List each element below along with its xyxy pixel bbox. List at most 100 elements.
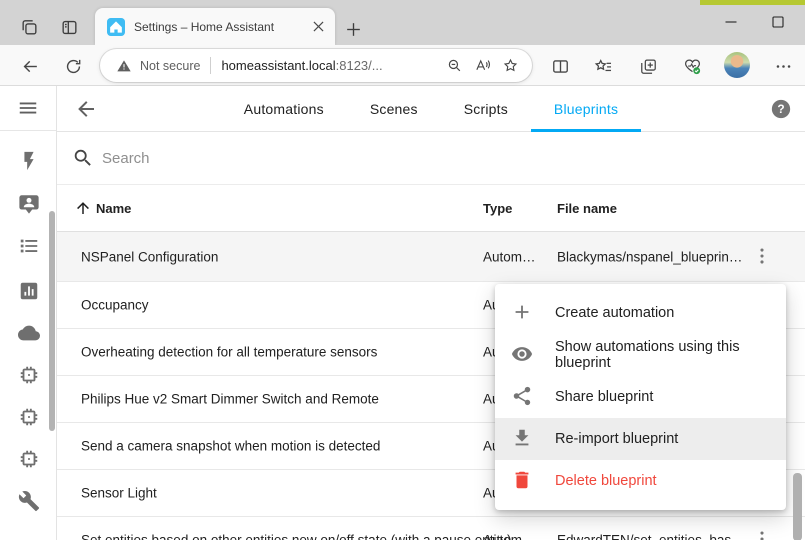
close-tab-icon[interactable] bbox=[309, 18, 327, 36]
collections-icon[interactable] bbox=[635, 53, 661, 79]
cell-name: Occupancy bbox=[81, 298, 149, 313]
menu-item-delete-blueprint[interactable]: Delete blueprint bbox=[495, 460, 786, 502]
divider bbox=[210, 57, 211, 74]
maximize-button[interactable] bbox=[764, 11, 792, 33]
url-host: homeassistant.local bbox=[221, 58, 335, 73]
cell-type: Autom… bbox=[483, 533, 536, 540]
svg-text:?: ? bbox=[777, 102, 784, 116]
ha-sidebar bbox=[0, 86, 57, 540]
cell-name: Philips Hue v2 Smart Dimmer Switch and R… bbox=[81, 392, 379, 407]
cell-name: Sensor Light bbox=[81, 486, 157, 501]
split-screen-icon[interactable] bbox=[547, 53, 573, 79]
browser-essentials-icon[interactable] bbox=[679, 53, 705, 79]
sidebar-scrollbar[interactable] bbox=[49, 211, 55, 431]
cell-name: NSPanel Configuration bbox=[81, 249, 218, 264]
cell-name: Overheating detection for all temperatur… bbox=[81, 345, 377, 360]
cell-name: Set entities based on other entities new… bbox=[81, 533, 512, 540]
help-button[interactable]: ? bbox=[770, 98, 792, 120]
table-header: Name Type File name bbox=[57, 185, 805, 232]
security-status: Not secure bbox=[140, 59, 200, 73]
sidebar-menu-button[interactable] bbox=[0, 86, 56, 131]
menu-item-label: Create automation bbox=[555, 305, 674, 321]
trash-icon bbox=[511, 469, 535, 493]
new-tab-button[interactable] bbox=[342, 18, 364, 40]
column-header-file[interactable]: File name bbox=[557, 201, 617, 216]
tab-scripts[interactable]: Scripts bbox=[441, 86, 531, 132]
page-content: Automations Scenes Scripts Blueprints ? … bbox=[0, 86, 805, 540]
table-row[interactable]: NSPanel Configuration Autom… Blackymas/n… bbox=[57, 232, 805, 282]
cloud-icon bbox=[18, 322, 40, 344]
zoom-out-icon[interactable] bbox=[440, 52, 468, 80]
cell-type: Autom… bbox=[483, 249, 536, 264]
browser-window: Settings – Home Assistant Not secure hom… bbox=[0, 0, 805, 540]
sidebar-item-developer-tools[interactable] bbox=[17, 489, 41, 513]
browser-toolbar: Not secure homeassistant.local:8123/... bbox=[0, 45, 805, 86]
vertical-tabs-icon[interactable] bbox=[58, 16, 80, 38]
eye-icon bbox=[511, 343, 535, 367]
more-options-icon[interactable] bbox=[770, 53, 796, 79]
menu-item-label: Re-import blueprint bbox=[555, 431, 678, 447]
read-aloud-icon[interactable] bbox=[468, 52, 496, 80]
menu-item-share-blueprint[interactable]: Share blueprint bbox=[495, 376, 786, 418]
menu-item-label: Share blueprint bbox=[555, 389, 653, 405]
menu-item-show-automations[interactable]: Show automations using this blueprint bbox=[495, 334, 786, 376]
cell-name: Send a camera snapshot when motion is de… bbox=[81, 439, 380, 454]
memory-chip-icon bbox=[18, 364, 40, 386]
sort-ascending-icon[interactable] bbox=[74, 199, 92, 217]
not-secure-warning-icon bbox=[116, 58, 132, 74]
share-icon bbox=[511, 385, 535, 409]
overflow-menu-icon[interactable] bbox=[751, 528, 775, 540]
sidebar-item-addon-3[interactable] bbox=[17, 447, 41, 471]
account-badge-icon bbox=[18, 193, 40, 215]
back-icon[interactable] bbox=[17, 53, 43, 79]
menu-item-label: Show automations using this blueprint bbox=[555, 339, 770, 371]
profile-avatar[interactable] bbox=[724, 52, 750, 78]
address-bar[interactable]: Not secure homeassistant.local:8123/... bbox=[100, 49, 532, 82]
settings-header: Automations Scenes Scripts Blueprints ? bbox=[57, 86, 805, 132]
blueprint-context-menu: Create automation Show automations using… bbox=[495, 284, 786, 510]
favorites-icon[interactable] bbox=[590, 53, 616, 79]
minimize-button[interactable] bbox=[717, 11, 745, 33]
menu-item-create-automation[interactable]: Create automation bbox=[495, 292, 786, 334]
workspaces-icon[interactable] bbox=[18, 16, 40, 38]
download-icon bbox=[511, 427, 535, 451]
sidebar-item-addon-2[interactable] bbox=[17, 405, 41, 429]
sidebar-item-energy[interactable] bbox=[17, 149, 41, 173]
refresh-icon[interactable] bbox=[60, 53, 86, 79]
page-scrollbar[interactable] bbox=[793, 473, 802, 540]
browser-titlebar: Settings – Home Assistant bbox=[0, 0, 805, 45]
plus-icon bbox=[511, 301, 535, 325]
column-header-type[interactable]: Type bbox=[483, 201, 512, 216]
tab-automations[interactable]: Automations bbox=[221, 86, 347, 132]
tab-scenes[interactable]: Scenes bbox=[347, 86, 441, 132]
search-bar bbox=[57, 132, 805, 185]
desktop-background-strip bbox=[700, 0, 805, 5]
cell-file: Blackymas/nspanel_blueprin… bbox=[557, 249, 742, 264]
memory-chip-icon bbox=[18, 406, 40, 428]
menu-icon bbox=[17, 97, 39, 119]
browser-tab[interactable]: Settings – Home Assistant bbox=[95, 8, 335, 45]
tab-blueprints[interactable]: Blueprints bbox=[531, 86, 641, 132]
sidebar-item-todo-lists[interactable] bbox=[17, 234, 41, 258]
favorite-star-icon[interactable] bbox=[496, 52, 524, 80]
list-icon bbox=[18, 235, 40, 257]
search-input[interactable] bbox=[102, 150, 790, 167]
sidebar-item-history[interactable] bbox=[17, 279, 41, 303]
sidebar-item-cloud[interactable] bbox=[17, 321, 41, 345]
menu-item-label: Delete blueprint bbox=[555, 473, 657, 489]
sidebar-item-addon-1[interactable] bbox=[17, 363, 41, 387]
home-assistant-favicon-icon bbox=[107, 18, 125, 36]
settings-tabs: Automations Scenes Scripts Blueprints bbox=[57, 86, 805, 132]
url-text: homeassistant.local:8123/... bbox=[221, 58, 440, 73]
overflow-menu-icon[interactable] bbox=[751, 245, 775, 269]
blueprints-panel: Automations Scenes Scripts Blueprints ? … bbox=[57, 86, 805, 540]
tab-title: Settings – Home Assistant bbox=[134, 20, 309, 34]
menu-item-reimport-blueprint[interactable]: Re-import blueprint bbox=[495, 418, 786, 460]
memory-chip-icon bbox=[18, 448, 40, 470]
url-tail: :8123/... bbox=[336, 58, 383, 73]
sidebar-item-voice-assistant[interactable] bbox=[17, 192, 41, 216]
column-header-name[interactable]: Name bbox=[96, 201, 131, 216]
cell-file: EdwardTEN/set_entities_bas… bbox=[557, 533, 745, 540]
table-row[interactable]: Set entities based on other entities new… bbox=[57, 517, 805, 540]
wrench-icon bbox=[18, 490, 40, 512]
